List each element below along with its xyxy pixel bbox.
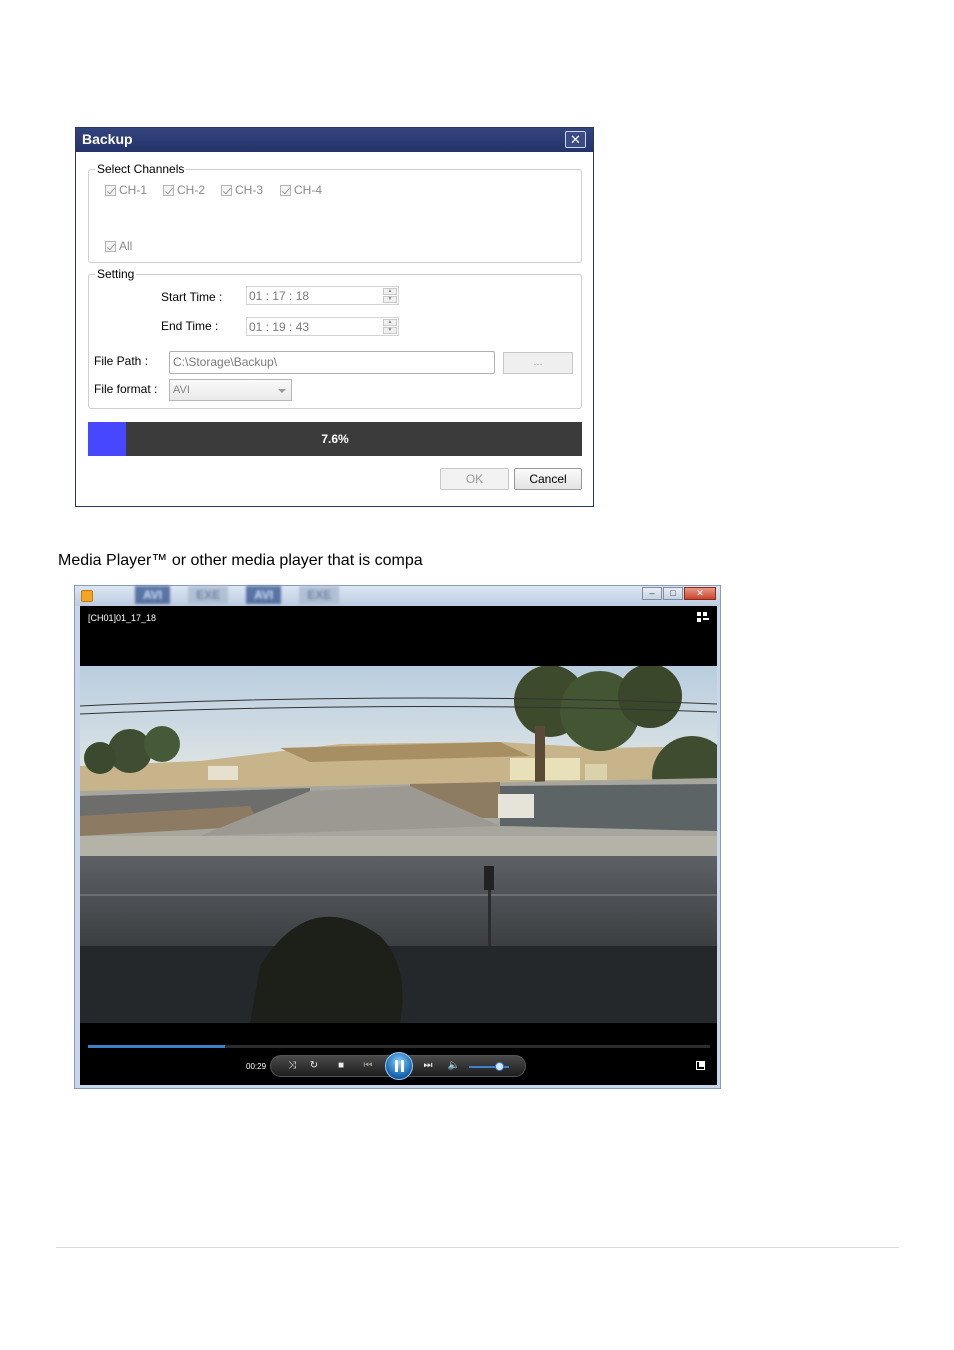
file-format-value: AVI bbox=[173, 384, 190, 396]
setting-group: Setting Start Time : 01 : 17 : 18 ▲ ▼ En… bbox=[88, 267, 582, 409]
current-time: 00:29 bbox=[246, 1062, 267, 1071]
checkbox-check-icon bbox=[163, 184, 174, 196]
progress-text: 7.6% bbox=[321, 432, 349, 446]
setting-label: Setting bbox=[95, 267, 137, 281]
switch-to-library-icon[interactable] bbox=[697, 612, 709, 623]
background-tab: AVI bbox=[246, 586, 282, 604]
background-tab: EXE bbox=[188, 586, 229, 604]
dialog-titlebar: Backup ✕ bbox=[76, 128, 593, 152]
channel-label: CH-3 bbox=[235, 183, 264, 197]
file-path-input[interactable]: C:\Storage\Backup\ bbox=[169, 351, 495, 374]
pause-icon[interactable] bbox=[385, 1052, 413, 1080]
shuffle-icon[interactable]: ⤨ bbox=[285, 1060, 299, 1072]
end-time-value: 01 : 19 : 43 bbox=[249, 320, 310, 334]
ok-button[interactable]: OK bbox=[440, 468, 509, 490]
channel-checkbox-ch2[interactable]: CH-2 bbox=[163, 183, 205, 197]
channel-label: CH-2 bbox=[177, 183, 206, 197]
spin-down-icon[interactable]: ▼ bbox=[383, 327, 397, 334]
player-screen[interactable]: [CH01]01_17_18 00:29 ⤨ ↻ ■ ⏮ ⏭ 🔈 bbox=[80, 606, 717, 1085]
file-path-label: File Path : bbox=[94, 354, 149, 368]
stop-icon[interactable]: ■ bbox=[334, 1060, 348, 1072]
start-time-spinner[interactable]: ▲ ▼ bbox=[383, 288, 397, 303]
minimize-icon[interactable]: – bbox=[642, 587, 662, 600]
all-channels-checkbox[interactable]: All bbox=[105, 239, 132, 253]
select-channels-group: Select Channels CH-1 CH-2 CH-3 CH-4 All bbox=[88, 162, 582, 263]
volume-knob[interactable] bbox=[495, 1062, 504, 1071]
start-time-value: 01 : 17 : 18 bbox=[249, 289, 310, 303]
all-label: All bbox=[119, 239, 133, 253]
background-window-tabs: AVI EXE AVI EXE bbox=[135, 586, 340, 606]
dialog-title: Backup bbox=[82, 131, 133, 147]
chevron-down-icon bbox=[278, 389, 286, 393]
checkbox-check-icon bbox=[105, 240, 116, 252]
close-icon[interactable]: ✕ bbox=[684, 587, 716, 600]
file-format-select[interactable]: AVI bbox=[169, 379, 292, 401]
channel-checkbox-ch3[interactable]: CH-3 bbox=[221, 183, 263, 197]
checkbox-check-icon bbox=[280, 184, 291, 196]
select-channels-label: Select Channels bbox=[95, 162, 187, 176]
file-path-value: C:\Storage\Backup\ bbox=[173, 355, 278, 369]
maximize-icon[interactable]: □ bbox=[663, 587, 683, 600]
backup-dialog: Backup ✕ Select Channels CH-1 CH-2 CH-3 … bbox=[75, 127, 594, 507]
player-titlebar: AVI EXE AVI EXE – □ ✕ bbox=[75, 586, 720, 606]
end-time-input[interactable]: 01 : 19 : 43 ▲ ▼ bbox=[246, 317, 399, 336]
repeat-icon[interactable]: ↻ bbox=[307, 1060, 321, 1072]
caption-text: Media Player™ or other media player that… bbox=[58, 552, 423, 569]
spin-up-icon[interactable]: ▲ bbox=[383, 319, 397, 326]
channel-checkbox-ch4[interactable]: CH-4 bbox=[280, 183, 322, 197]
channel-label: CH-4 bbox=[294, 183, 323, 197]
volume-icon[interactable]: 🔈 bbox=[447, 1060, 461, 1072]
window-controls: – □ ✕ bbox=[642, 587, 716, 600]
video-frame[interactable] bbox=[80, 666, 717, 1023]
seek-bar[interactable] bbox=[88, 1045, 710, 1048]
spin-up-icon[interactable]: ▲ bbox=[383, 288, 397, 295]
browse-button[interactable]: ... bbox=[503, 352, 573, 374]
cancel-button[interactable]: Cancel bbox=[514, 468, 582, 490]
now-playing-file-name: [CH01]01_17_18 bbox=[88, 613, 157, 623]
media-player-window: AVI EXE AVI EXE – □ ✕ [CH01]01_17_18 00:… bbox=[74, 585, 721, 1089]
next-icon[interactable]: ⏭ bbox=[417, 1060, 439, 1072]
checkbox-check-icon bbox=[105, 184, 116, 196]
channel-label: CH-1 bbox=[119, 183, 148, 197]
start-time-label: Start Time : bbox=[161, 290, 223, 304]
end-time-spinner[interactable]: ▲ ▼ bbox=[383, 319, 397, 334]
page-footer-divider bbox=[56, 1247, 899, 1248]
background-tab: EXE bbox=[299, 586, 340, 604]
file-format-label: File format : bbox=[94, 382, 158, 396]
seek-progress-fill bbox=[88, 1045, 225, 1048]
spin-down-icon[interactable]: ▼ bbox=[383, 296, 397, 303]
checkbox-check-icon bbox=[221, 184, 232, 196]
close-icon[interactable]: ✕ bbox=[565, 131, 586, 148]
backup-progress-bar: 7.6% bbox=[88, 422, 582, 456]
background-tab: AVI bbox=[135, 586, 171, 604]
fullscreen-icon[interactable] bbox=[696, 1061, 705, 1070]
channel-checkbox-ch1[interactable]: CH-1 bbox=[105, 183, 147, 197]
media-player-app-icon bbox=[81, 590, 93, 602]
playback-controls: ⤨ ↻ ■ ⏮ ⏭ 🔈 bbox=[270, 1052, 526, 1080]
end-time-label: End Time : bbox=[161, 319, 219, 333]
start-time-input[interactable]: 01 : 17 : 18 ▲ ▼ bbox=[246, 286, 399, 305]
previous-icon[interactable]: ⏮ bbox=[357, 1060, 379, 1072]
